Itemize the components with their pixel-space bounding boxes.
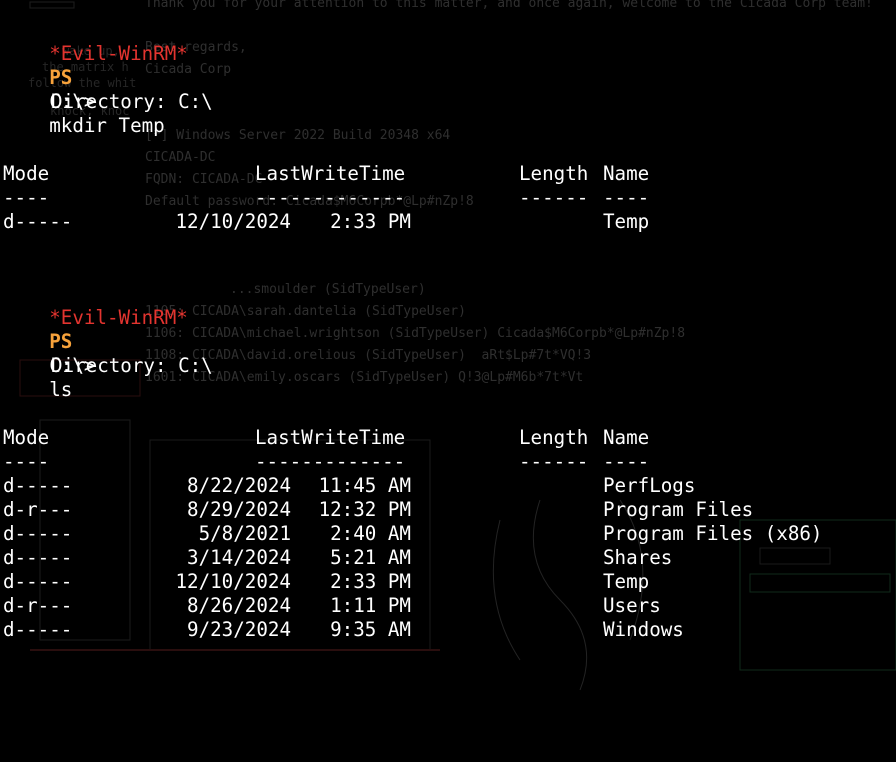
header-mode: Mode xyxy=(3,426,50,449)
table-separator-row: ---- ------------- ------ ---- xyxy=(3,186,893,210)
row-date: 12/10/2024 xyxy=(175,570,291,593)
header-lastwritetime: LastWriteTime xyxy=(255,162,406,185)
row-time: 2:33 PM xyxy=(330,210,411,233)
row-mode: d-r--- xyxy=(3,594,73,617)
terminal-window[interactable]: *Evil-WinRM* PS C:\> mkdir Temp Director… xyxy=(0,0,896,696)
row-date: 5/8/2021 xyxy=(198,522,291,545)
prompt-line: *Evil-WinRM* PS C:\> mkdir Temp xyxy=(3,18,188,137)
row-time: 1:11 PM xyxy=(330,594,411,617)
separator-length: ------ xyxy=(519,186,589,209)
table-row: d----- 9/23/2024 9:35 AM Windows xyxy=(3,618,893,642)
row-name: Program Files xyxy=(603,498,754,521)
separator-length: ------ xyxy=(519,450,589,473)
row-name: Users xyxy=(603,594,661,617)
evil-winrm-prompt-label: *Evil-WinRM* xyxy=(49,306,188,329)
ps-prompt-label: PS xyxy=(49,66,73,89)
row-mode: d----- xyxy=(3,618,73,641)
command-text: mkdir Temp xyxy=(49,114,165,137)
table-row: d-r--- 8/26/2024 1:11 PM Users xyxy=(3,594,893,618)
prompt-line: *Evil-WinRM* PS C:\> ls xyxy=(3,282,188,401)
row-mode: d----- xyxy=(3,546,73,569)
row-mode: d-r--- xyxy=(3,498,73,521)
directory-label: Directory: C:\ xyxy=(51,354,213,377)
table-separator-row: ---- ------------- ------ ---- xyxy=(3,450,893,474)
row-name: Temp xyxy=(603,210,650,233)
table-row: d----- 3/14/2024 5:21 AM Shares xyxy=(3,546,893,570)
header-name: Name xyxy=(603,162,650,185)
row-name: Shares xyxy=(603,546,673,569)
row-mode: d----- xyxy=(3,210,73,233)
table-row: d----- 8/22/2024 11:45 AM PerfLogs xyxy=(3,474,893,498)
separator-mode: ---- xyxy=(3,186,50,209)
table-row: d-r--- 8/29/2024 12:32 PM Program Files xyxy=(3,498,893,522)
header-name: Name xyxy=(603,426,650,449)
command-text: ls xyxy=(49,378,73,401)
evil-winrm-prompt-label: *Evil-WinRM* xyxy=(49,42,188,65)
row-date: 3/14/2024 xyxy=(187,546,291,569)
directory-label: Directory: C:\ xyxy=(51,90,213,113)
row-name: PerfLogs xyxy=(603,474,696,497)
separator-name: ---- xyxy=(603,450,650,473)
table-row: d----- 12/10/2024 2:33 PM Temp xyxy=(3,570,893,594)
separator-mode: ---- xyxy=(3,450,50,473)
ps-prompt-label: PS xyxy=(49,330,73,353)
separator-lastwritetime: ------------- xyxy=(255,186,406,209)
table-header-row: Mode LastWriteTime Length Name xyxy=(3,162,893,186)
table-row: d----- 5/8/2021 2:40 AM Program Files (x… xyxy=(3,522,893,546)
row-mode: d----- xyxy=(3,474,73,497)
header-length: Length xyxy=(519,162,589,185)
row-time: 2:33 PM xyxy=(330,570,411,593)
header-lastwritetime: LastWriteTime xyxy=(255,426,406,449)
row-name: Program Files (x86) xyxy=(603,522,823,545)
row-name: Temp xyxy=(603,570,650,593)
row-date: 9/23/2024 xyxy=(187,618,291,641)
row-time: 5:21 AM xyxy=(330,546,411,569)
table-header-row: Mode LastWriteTime Length Name xyxy=(3,426,893,450)
row-date: 8/26/2024 xyxy=(187,594,291,617)
header-length: Length xyxy=(519,426,589,449)
row-date: 8/29/2024 xyxy=(187,498,291,521)
row-name: Windows xyxy=(603,618,684,641)
row-time: 9:35 AM xyxy=(330,618,411,641)
separator-name: ---- xyxy=(603,186,650,209)
row-mode: d----- xyxy=(3,570,73,593)
row-time: 2:40 AM xyxy=(330,522,411,545)
header-mode: Mode xyxy=(3,162,50,185)
separator-lastwritetime: ------------- xyxy=(255,450,406,473)
row-mode: d----- xyxy=(3,522,73,545)
table-row: d----- 12/10/2024 2:33 PM Temp xyxy=(3,210,893,234)
row-time: 11:45 AM xyxy=(318,474,411,497)
row-date: 8/22/2024 xyxy=(187,474,291,497)
row-date: 12/10/2024 xyxy=(175,210,291,233)
row-time: 12:32 PM xyxy=(318,498,411,521)
